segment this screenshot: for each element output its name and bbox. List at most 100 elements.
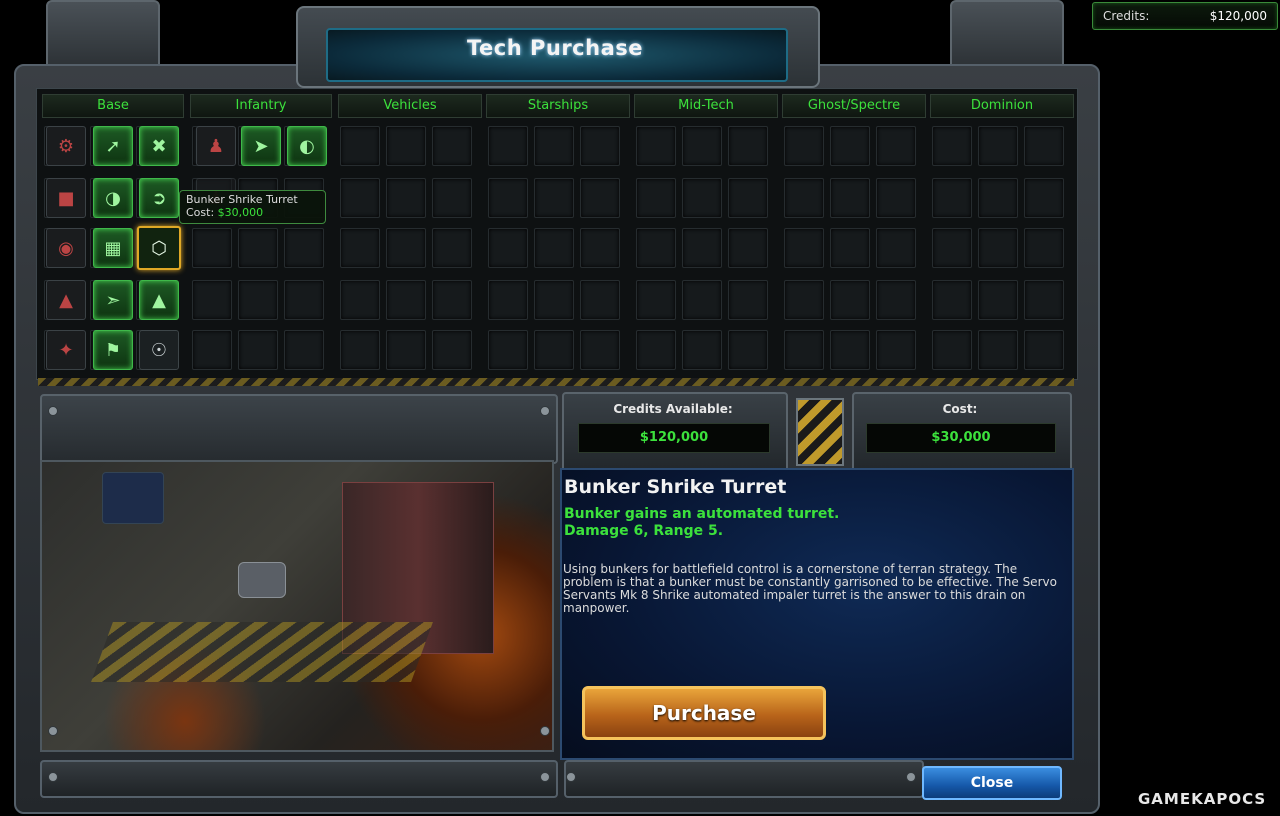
page-title: Tech Purchase	[467, 36, 643, 60]
unit-turret-icon[interactable]: ◉	[46, 228, 86, 268]
unit-sensor-tower-icon[interactable]: ▲	[46, 280, 86, 320]
empty-slot	[386, 126, 426, 166]
cost-value: $30,000	[866, 423, 1056, 453]
empty-slot	[534, 178, 574, 218]
empty-slot	[682, 280, 722, 320]
purchase-button[interactable]: Purchase	[582, 686, 826, 740]
empty-slot	[534, 126, 574, 166]
empty-slot	[488, 330, 528, 370]
upgrade-armor-icon[interactable]: ⚑	[93, 330, 133, 370]
empty-slot	[830, 126, 870, 166]
upgrade-tools-icon[interactable]: ✖	[139, 126, 179, 166]
top-credits-label: Credits:	[1103, 9, 1150, 23]
tab-base[interactable]: Base	[42, 94, 184, 118]
empty-slot	[978, 126, 1018, 166]
credits-available-label: Credits Available:	[613, 402, 733, 416]
frame-bolt	[540, 406, 550, 416]
tab-ghost-spectre[interactable]: Ghost/Spectre	[782, 94, 926, 118]
empty-slot	[238, 330, 278, 370]
close-button[interactable]: Close	[922, 766, 1062, 800]
empty-slot	[340, 178, 380, 218]
empty-slot	[682, 330, 722, 370]
empty-slot	[534, 228, 574, 268]
empty-slot	[636, 228, 676, 268]
top-credits-value: $120,000	[1209, 9, 1267, 23]
empty-slot	[876, 178, 916, 218]
upgrade-dome-icon[interactable]: ◑	[93, 178, 133, 218]
empty-slot	[784, 126, 824, 166]
watermark: GAMEKAPOCS	[1138, 790, 1267, 808]
empty-slot	[1024, 228, 1064, 268]
empty-slot	[876, 280, 916, 320]
empty-slot	[580, 330, 620, 370]
empty-slot	[830, 330, 870, 370]
empty-slot	[192, 280, 232, 320]
empty-slot	[488, 228, 528, 268]
frame-bolt	[566, 772, 576, 782]
empty-slot	[978, 178, 1018, 218]
unit-bunker-icon[interactable]: ■	[46, 178, 86, 218]
empty-slot	[1024, 330, 1064, 370]
empty-slot	[682, 228, 722, 268]
empty-slot	[534, 280, 574, 320]
tab-vehicles[interactable]: Vehicles	[338, 94, 482, 118]
upgrade-rocket-icon[interactable]: ➚	[93, 126, 133, 166]
empty-slot	[284, 280, 324, 320]
tab-dominion[interactable]: Dominion	[930, 94, 1074, 118]
bottom-bar-right	[564, 760, 924, 798]
tab-infantry[interactable]: Infantry	[190, 94, 332, 118]
upgrade-missiles-icon[interactable]: ➲	[139, 178, 179, 218]
empty-slot	[580, 178, 620, 218]
tab-starships[interactable]: Starships	[486, 94, 630, 118]
empty-slot	[488, 280, 528, 320]
empty-slot	[580, 126, 620, 166]
frame-bolt	[48, 726, 58, 736]
upgrade-shield-icon[interactable]: ◐	[287, 126, 327, 166]
empty-slot	[284, 228, 324, 268]
empty-slot	[340, 280, 380, 320]
upgrade-tree-icon[interactable]: ▲	[139, 280, 179, 320]
empty-slot	[932, 280, 972, 320]
empty-slot	[932, 178, 972, 218]
upgrade-plating-icon[interactable]: ▦	[93, 228, 133, 268]
empty-slot	[580, 228, 620, 268]
empty-slot	[1024, 280, 1064, 320]
empty-slot	[432, 330, 472, 370]
frame-bolt	[906, 772, 916, 782]
frame-bolt	[540, 772, 550, 782]
empty-slot	[238, 228, 278, 268]
unit-infantry-marine-icon[interactable]: ♟	[196, 126, 236, 166]
empty-slot	[284, 330, 324, 370]
upgrade-fire-icon[interactable]: ➣	[93, 280, 133, 320]
empty-slot	[784, 228, 824, 268]
unit-missile-turret-icon[interactable]: ✦	[46, 330, 86, 370]
empty-slot	[830, 280, 870, 320]
preview-header-panel	[40, 394, 558, 464]
preview-vehicle	[102, 472, 164, 524]
unit-marine-icon[interactable]: ⚙	[46, 126, 86, 166]
empty-slot	[432, 178, 472, 218]
preview-turret	[238, 562, 286, 598]
upgrade-tooltip: Bunker Shrike Turret Cost: $30,000	[179, 190, 326, 224]
upgrade-shrike-turret-icon[interactable]: ⬡	[137, 226, 181, 270]
empty-slot	[876, 126, 916, 166]
empty-slot	[432, 280, 472, 320]
empty-slot	[728, 280, 768, 320]
empty-slot	[932, 228, 972, 268]
cost-label: Cost:	[942, 402, 978, 416]
empty-slot	[488, 178, 528, 218]
empty-slot	[386, 330, 426, 370]
empty-slot	[784, 280, 824, 320]
empty-slot	[932, 330, 972, 370]
empty-slot	[534, 330, 574, 370]
empty-slot	[978, 330, 1018, 370]
preview-caution-stripes	[91, 622, 433, 682]
empty-slot	[340, 228, 380, 268]
upgrade-stim-icon[interactable]: ➤	[241, 126, 281, 166]
frame-bolt	[48, 406, 58, 416]
tab-mid-tech[interactable]: Mid-Tech	[634, 94, 778, 118]
upgrade-eye-icon[interactable]: ☉	[139, 330, 179, 370]
empty-slot	[728, 178, 768, 218]
frame-pillar-left	[46, 0, 160, 74]
frame-bolt	[540, 726, 550, 736]
